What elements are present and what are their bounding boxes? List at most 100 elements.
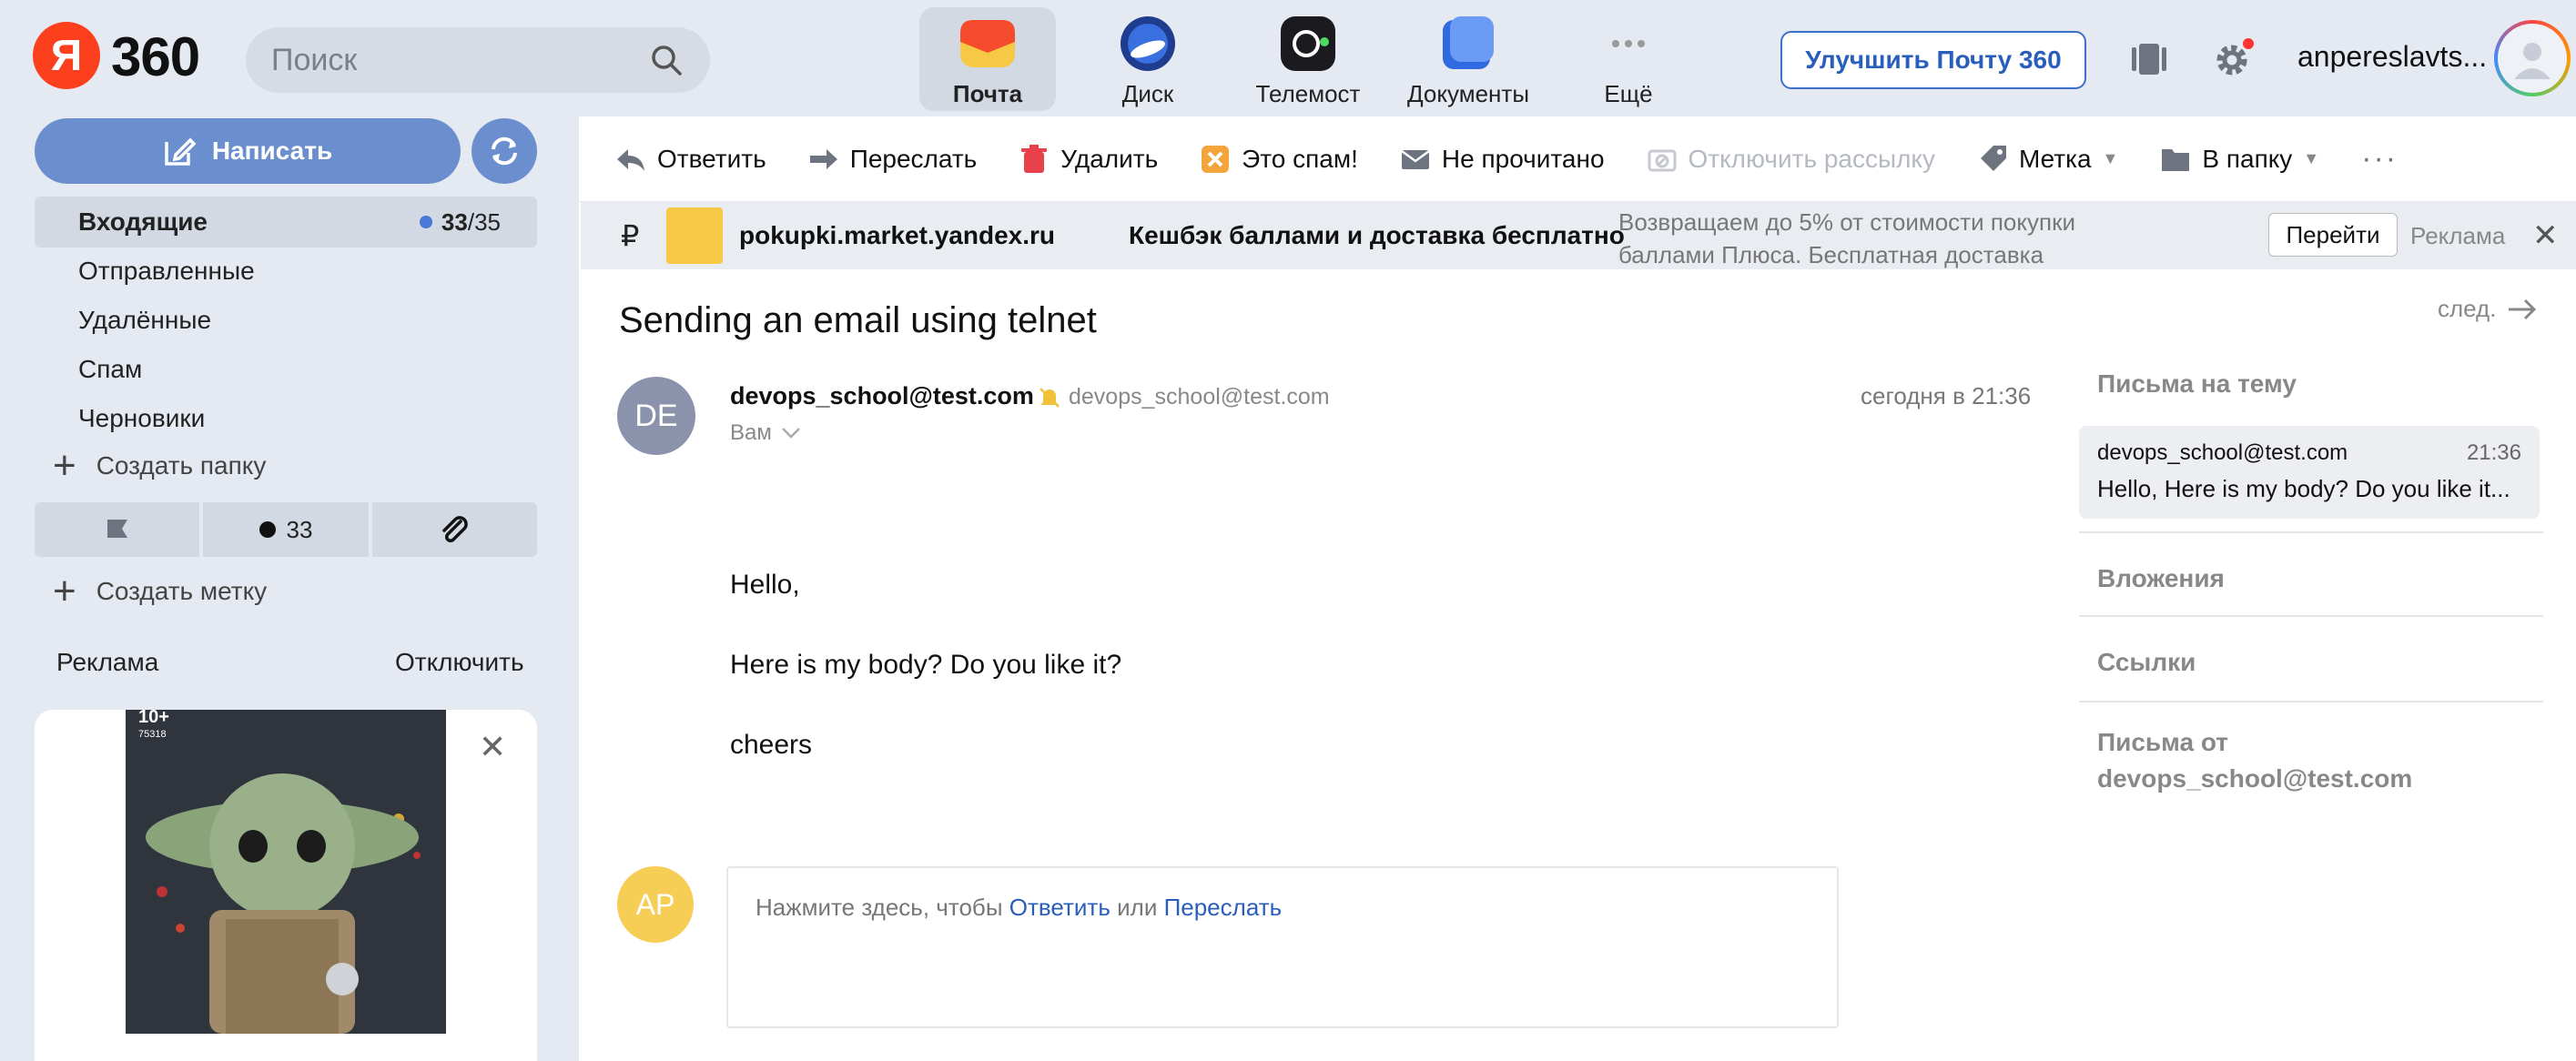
folder-spam[interactable]: Спам — [35, 344, 537, 395]
sender-address[interactable]: devops_school@test.com — [1038, 384, 1330, 410]
user-avatar[interactable] — [2494, 20, 2571, 96]
ad-code-badge: 75318 — [138, 729, 167, 740]
delete-button[interactable]: Удалить — [1019, 144, 1158, 175]
upgrade-mail-button[interactable]: Улучшить Почту 360 — [1780, 31, 2086, 89]
next-message-link[interactable]: след. — [2438, 295, 2538, 323]
thread-time: 21:36 — [2466, 440, 2521, 465]
promo-domain[interactable]: pokupki.market.yandex.ru — [739, 221, 1055, 250]
delete-label: Удалить — [1060, 144, 1159, 173]
create-label-link[interactable]: + Создать метку — [53, 571, 267, 611]
filter-attachments[interactable] — [371, 502, 537, 557]
promo-thumbnail — [666, 207, 723, 264]
spam-icon — [1202, 145, 1230, 173]
settings-gear-icon[interactable] — [2210, 36, 2256, 82]
ad-close-icon[interactable]: ✕ — [479, 728, 506, 766]
message-subject: Sending an email using telnet — [619, 300, 1097, 340]
mail-app-icon — [960, 20, 1015, 67]
unread-filter-dot-icon — [259, 521, 276, 538]
promo-go-button[interactable]: Перейти — [2268, 213, 2398, 257]
plus-icon: + — [53, 569, 76, 613]
folder-deleted[interactable]: Удалённые — [35, 295, 537, 346]
reply-prompt: Нажмите здесь, чтобы — [756, 894, 1003, 921]
sender-name[interactable]: devops_school@test.com — [730, 382, 1034, 410]
my-avatar: AP — [617, 866, 694, 943]
sidebar-ad-disable[interactable]: Отключить — [395, 648, 524, 677]
mark-unread-label: Не прочитано — [1441, 144, 1605, 173]
folder-inbox[interactable]: Входящие 33/35 — [35, 197, 537, 248]
compose-button[interactable]: Написать — [35, 118, 461, 184]
service-documents-label: Документы — [1406, 80, 1530, 107]
plus-icon: + — [53, 443, 76, 488]
promo-headline[interactable]: Кешбэк баллами и доставка бесплатно — [1129, 221, 1625, 250]
toolbar-more-button[interactable]: ··· — [2361, 141, 2398, 177]
thread-section-title[interactable]: Письма на тему — [2097, 369, 2297, 399]
compose-pencil-icon — [165, 137, 196, 166]
service-documents[interactable]: Документы — [1400, 7, 1536, 111]
folder-sent[interactable]: Отправленные — [35, 246, 537, 297]
unread-dot-icon — [419, 216, 432, 228]
logo-letter: Я — [50, 31, 83, 80]
create-folder-label: Создать папку — [96, 451, 267, 480]
thread-message-item[interactable]: devops_school@test.com 21:36 Hello, Here… — [2079, 426, 2540, 519]
flag-icon — [106, 520, 127, 538]
username[interactable]: anpereslavts... — [2297, 40, 2487, 74]
unsubscribe-button[interactable]: Отключить рассылку — [1647, 144, 1935, 175]
refresh-button[interactable] — [472, 118, 537, 184]
message-body-line: cheers — [730, 730, 813, 760]
refresh-icon — [492, 136, 517, 166]
ad-image[interactable]: 10+ 75318 — [126, 710, 446, 1034]
service-telemost[interactable]: Телемост — [1240, 7, 1376, 111]
sender-avatar[interactable]: DE — [617, 377, 695, 455]
reply-button[interactable]: Ответить — [615, 144, 766, 175]
promo-close-icon[interactable]: ✕ — [2532, 217, 2559, 254]
logo-360-text[interactable]: 360 — [111, 25, 200, 88]
quick-reply-link[interactable]: Ответить — [1009, 894, 1111, 921]
folder-drafts[interactable]: Черновики — [35, 393, 537, 444]
quick-reply-box[interactable]: Нажмите здесь, чтобы Ответить или Пересл… — [726, 866, 1839, 1028]
rail-divider — [2079, 615, 2543, 617]
rail-divider — [2079, 701, 2543, 702]
letters-from-address: devops_school@test.com — [2097, 764, 2413, 793]
yandex-logo[interactable]: Я — [33, 22, 100, 89]
chevron-down-icon — [781, 428, 800, 439]
user-silhouette-icon — [2514, 43, 2551, 79]
service-disk[interactable]: Диск — [1080, 7, 1216, 111]
filter-unread[interactable]: 33 — [203, 502, 369, 557]
move-to-folder-dropdown[interactable]: В папку ▼ — [2160, 144, 2319, 175]
service-mail[interactable]: Почта — [919, 7, 1056, 111]
arrow-right-icon — [2509, 298, 2537, 319]
spam-button[interactable]: Это спам! — [1200, 144, 1358, 175]
folder-inbox-label: Входящие — [78, 207, 208, 236]
message-body-line: Hello, — [730, 570, 800, 600]
document-view-icon[interactable] — [2130, 40, 2168, 78]
recipients-toggle[interactable]: Вам — [730, 420, 801, 446]
links-section-title[interactable]: Ссылки — [2097, 648, 2196, 677]
recipient-label: Вам — [730, 420, 772, 445]
label-dropdown[interactable]: Метка ▼ — [1977, 144, 2118, 175]
quick-forward-link[interactable]: Переслать — [1164, 894, 1283, 921]
rail-divider — [2079, 531, 2543, 533]
letters-from-section[interactable]: Письма от devops_school@test.com — [2097, 724, 2525, 797]
unsubscribe-label: Отключить рассылку — [1688, 144, 1935, 173]
service-telemost-label: Телемост — [1255, 80, 1361, 107]
documents-app-icon — [1443, 16, 1494, 69]
service-more[interactable]: Ещё — [1560, 7, 1697, 111]
spam-label: Это спам! — [1242, 144, 1358, 173]
search-icon[interactable] — [648, 42, 685, 78]
search-input[interactable]: Поиск — [246, 27, 710, 93]
attachments-section-title[interactable]: Вложения — [2097, 564, 2225, 593]
filter-flagged[interactable] — [35, 502, 200, 557]
forward-label: Переслать — [849, 144, 978, 173]
mark-unread-button[interactable]: Не прочитано — [1400, 144, 1605, 175]
telemost-app-icon — [1281, 16, 1335, 71]
unsubscribe-icon — [1648, 149, 1677, 171]
inbox-unread-count: 33 — [441, 207, 468, 236]
folder-sent-label: Отправленные — [78, 257, 255, 285]
trash-icon — [1021, 144, 1048, 173]
forward-button[interactable]: Переслать — [808, 144, 978, 175]
thread-sender: devops_school@test.com — [2097, 440, 2348, 465]
label-dropdown-label: Метка — [2019, 144, 2092, 173]
create-folder-link[interactable]: + Создать папку — [53, 446, 266, 486]
promo-banner[interactable]: ₽ pokupki.market.yandex.ru Кешбэк баллам… — [581, 202, 2576, 269]
message-date: сегодня в 21:36 — [1861, 382, 2032, 409]
